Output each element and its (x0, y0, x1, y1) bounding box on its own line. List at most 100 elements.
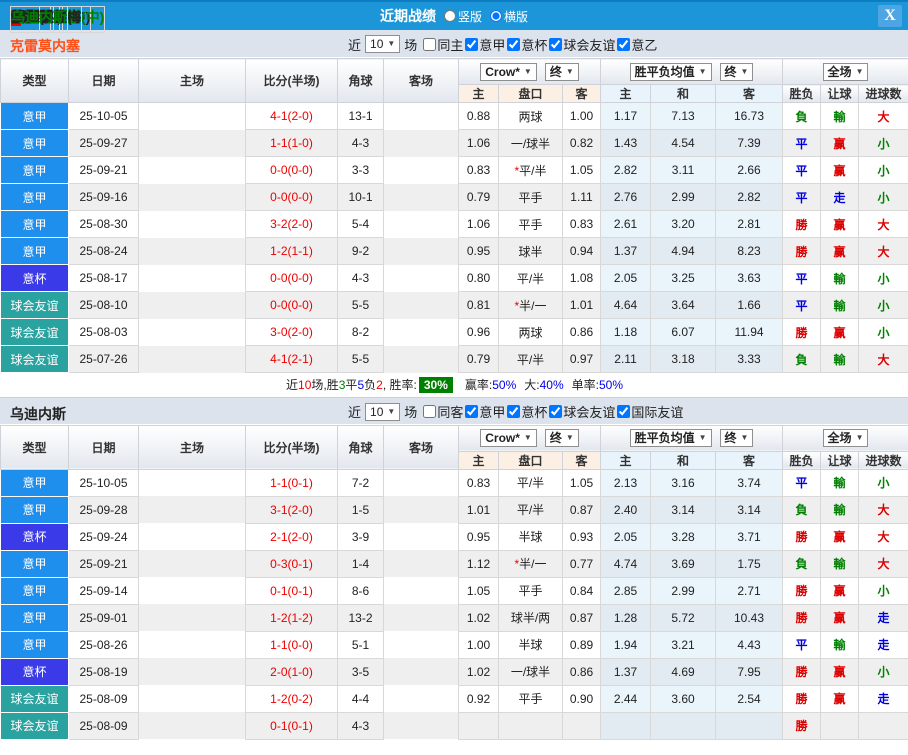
result-handicap: 赢 (820, 210, 860, 238)
match-score: 0-3(0-1) (245, 549, 338, 578)
filter-checkbox[interactable]: 同客 (423, 402, 463, 421)
filter-checkbox[interactable]: 球会友谊 (549, 35, 615, 54)
filter-checkbox[interactable]: 同主 (423, 35, 463, 54)
mean-time-select[interactable]: 终 ▼ (719, 429, 754, 447)
odds-source-select[interactable]: Crow* ▼ (480, 62, 537, 81)
result-handicap: 走 (820, 183, 860, 211)
mean-draw-odds: 3.25 (650, 264, 717, 292)
odds-time-select[interactable]: 终 ▼ (544, 429, 579, 447)
odds-source-select[interactable]: Crow* ▼ (480, 429, 537, 447)
checkbox[interactable] (617, 405, 631, 418)
result-wdl: 負 (782, 549, 822, 578)
result-goals: 小 (858, 129, 908, 157)
filter-checkbox[interactable]: 意乙 (617, 35, 657, 54)
chevron-down-icon: ▼ (523, 433, 532, 442)
mean-group-header: 胜平负均值 ▼ 终 ▼ (600, 424, 784, 452)
crow-away-odds: 1.11 (561, 183, 602, 211)
col-type: 类型 (0, 58, 69, 103)
mean-home-odds: 1.94 (600, 630, 652, 659)
result-handicap: 赢 (820, 657, 860, 686)
fulltime-select[interactable]: 全场 ▼ (822, 62, 869, 81)
crow-away-odds (561, 711, 602, 740)
crow-away-odds: 0.86 (561, 318, 602, 346)
result-handicap: 赢 (820, 603, 860, 632)
checkbox[interactable] (549, 405, 563, 418)
result-handicap: 輸 (820, 345, 860, 373)
crow-home-odds: 1.00 (458, 630, 499, 659)
odds-source-value: Crow* (485, 64, 520, 79)
chevron-down-icon: ▼ (698, 66, 707, 76)
vertical-radio[interactable] (443, 10, 456, 22)
subcol-odds-home: 主 (458, 450, 499, 470)
crow-away-odds: 0.82 (561, 129, 602, 157)
checkbox[interactable] (507, 405, 521, 418)
mean-time-select[interactable]: 终 ▼ (719, 62, 754, 81)
checkbox[interactable] (465, 37, 479, 51)
corner-score: 5-5 (337, 291, 384, 319)
filter-checkboxes: 同主 意甲 意杯 球会友谊 意乙 (421, 35, 657, 54)
crow-home-odds: 0.83 (458, 156, 499, 184)
league-badge: 意甲 (0, 156, 69, 184)
result-wdl: 平 (782, 291, 822, 319)
subcol-odds-away: 客 (561, 84, 602, 103)
filter-checkbox[interactable]: 意甲 (465, 402, 505, 421)
filter-checkbox[interactable]: 意杯 (507, 402, 547, 421)
checkbox[interactable] (617, 37, 631, 51)
result-wdl: 負 (782, 102, 822, 130)
crow-home-odds (458, 711, 499, 740)
league-badge: 意杯 (0, 657, 69, 686)
crow-home-odds: 1.01 (458, 495, 499, 524)
match-row: 意甲 25-08-24 AC米兰 1-2(1-1) 9-2 克雷莫内塞 0.95 球半 0.94… (0, 6, 908, 265)
filter-checkbox[interactable]: 意甲 (465, 35, 505, 54)
close-icon[interactable]: X (878, 5, 902, 27)
mean-source-select[interactable]: 胜平负均值 ▼ (629, 429, 712, 447)
match-score: 0-0(0-0) (245, 291, 338, 319)
crow-home-odds: 0.83 (458, 468, 499, 497)
crow-home-odds: 0.79 (458, 345, 499, 373)
result-wdl: 平 (782, 468, 822, 497)
horizontal-radio[interactable] (490, 10, 502, 22)
checkbox[interactable] (423, 37, 437, 51)
mean-home-odds: 2.44 (600, 684, 652, 713)
checkbox[interactable] (465, 405, 479, 418)
mean-away-odds: 8.23 (715, 237, 784, 265)
match-row: 球会友谊 25-08-09 云达不莱梅 1-2(0-2) 4-4 乌迪内斯 0.92 平手 0.… (0, 6, 908, 713)
mean-draw-odds: 3.16 (650, 468, 717, 497)
odds-time-value: 终 (549, 431, 562, 445)
match-row: 意甲 25-09-21 克雷莫内塞 0-0(0-0) 3-3 帕尔马 0.83 *平/半 1.0… (0, 6, 908, 184)
crow-home-odds: 1.06 (458, 129, 499, 157)
subcol-handicap: 盘口 (498, 84, 563, 103)
odds-group-header: Crow* ▼ 终 ▼ (457, 424, 602, 452)
mean-source-select[interactable]: 胜平负均值 ▼ (629, 62, 712, 81)
result-wdl: 勝 (782, 318, 822, 346)
mean-away-odds: 2.82 (715, 183, 784, 211)
result-handicap: 輸 (820, 630, 860, 659)
chevron-down-icon: ▼ (387, 39, 396, 48)
crow-home-odds: 0.95 (458, 522, 499, 551)
recent-results-window: 近期战绩 竖版 横版 X 克雷莫内塞 近 10 ▼ 场 同主 意甲 意杯 球会友谊 意乙 (0, 0, 908, 740)
fulltime-select[interactable]: 全场 ▼ (822, 429, 869, 447)
filter-checkbox[interactable]: 国际友谊 (617, 402, 683, 421)
crow-home-odds: 0.96 (458, 318, 499, 346)
result-wdl: 平 (782, 630, 822, 659)
odds-time-select[interactable]: 终 ▼ (544, 62, 579, 81)
checkbox[interactable] (507, 37, 521, 51)
checkbox[interactable] (549, 37, 563, 51)
mean-draw-odds: 3.18 (650, 345, 717, 373)
layout-horizontal-option[interactable]: 横版 (490, 8, 528, 25)
filter-checkbox[interactable]: 球会友谊 (549, 402, 615, 421)
match-row: 球会友谊 25-07-26 都灵(中) 4-1(2-1) 5-5 克雷莫内塞 0.79 平/半… (0, 6, 908, 373)
match-count-select[interactable]: 10 ▼ (365, 35, 401, 53)
filter-checkbox[interactable]: 意杯 (507, 35, 547, 54)
crow-handicap: 球半/两 (498, 603, 563, 632)
match-count-select[interactable]: 10 ▼ (365, 402, 401, 421)
checkbox-label: 国际友谊 (631, 405, 684, 420)
crow-handicap: 两球 (498, 102, 563, 130)
mean-home-odds: 2.05 (600, 522, 652, 551)
summary-text: 近 (286, 378, 299, 393)
summary-text: 负 (364, 378, 377, 393)
crow-handicap: 平/半 (498, 264, 563, 292)
layout-vertical-option[interactable]: 竖版 (443, 8, 482, 25)
chevron-down-icon: ▼ (855, 433, 864, 442)
checkbox[interactable] (423, 405, 437, 418)
